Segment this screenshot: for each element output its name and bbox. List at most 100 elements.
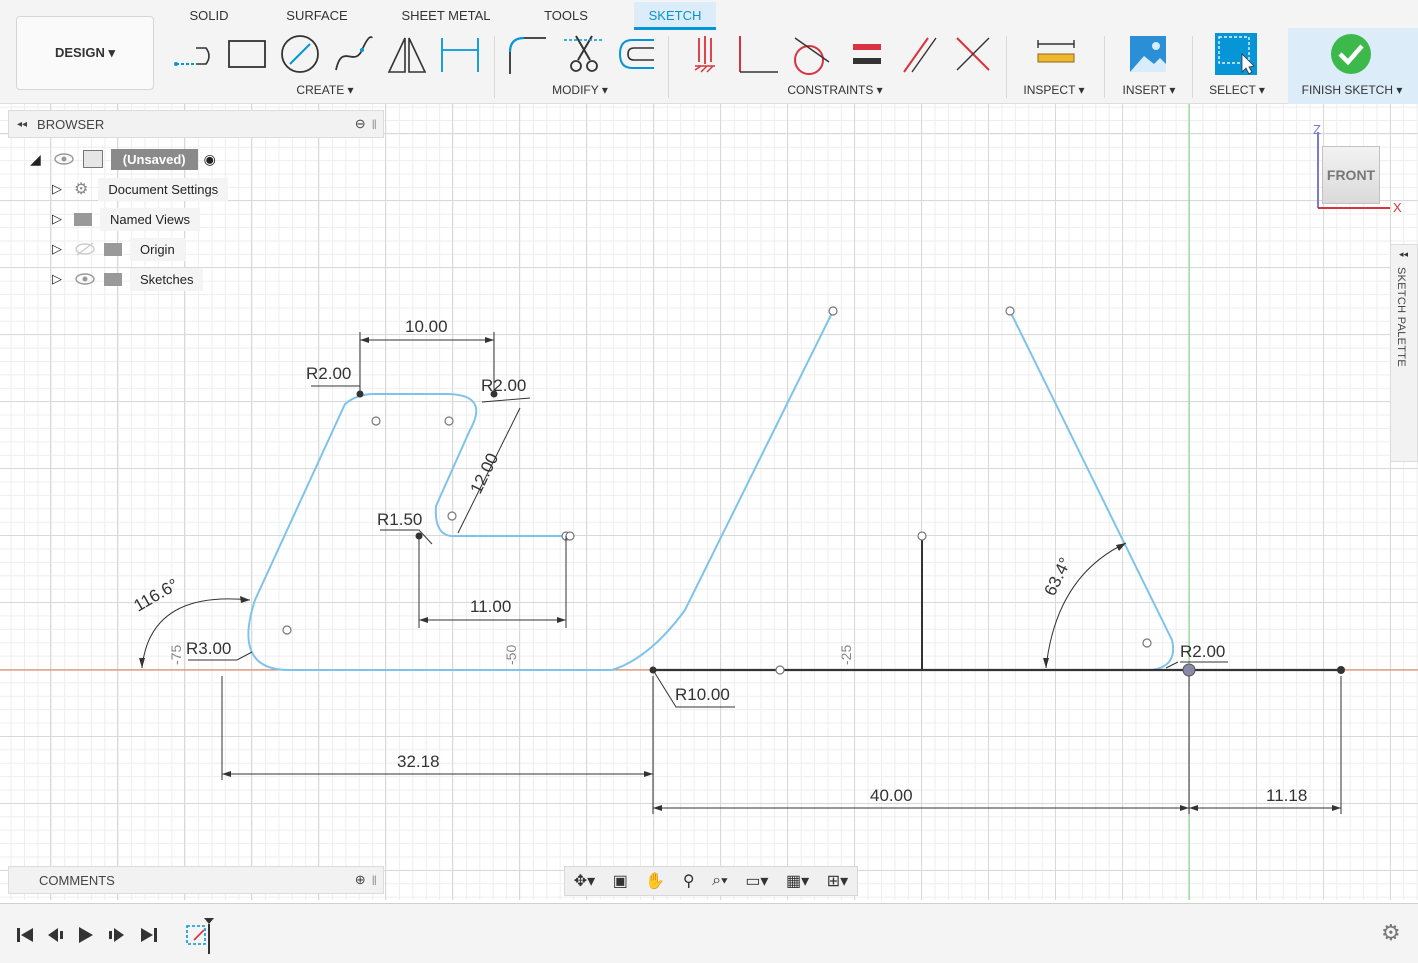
- view-cube[interactable]: Z X FRONT: [1310, 118, 1406, 218]
- toolbar: SOLID SURFACE SHEET METAL TOOLS SKETCH D…: [0, 0, 1418, 104]
- dimension-arrows: [139, 337, 1341, 811]
- dimension-icon[interactable]: [438, 32, 482, 76]
- add-comment-icon[interactable]: ⊕: [355, 872, 366, 888]
- zoom-icon[interactable]: ⚲: [683, 871, 695, 891]
- modify-menu[interactable]: MODIFY ▾: [552, 83, 608, 97]
- axis-tick-label: -50: [503, 645, 519, 665]
- tangent-icon[interactable]: [789, 32, 833, 76]
- create-menu[interactable]: CREATE ▾: [296, 83, 353, 97]
- tree-item-named-views[interactable]: ▷ Named Views: [52, 207, 200, 231]
- dim-width-mid[interactable]: 40.00: [870, 786, 913, 805]
- perpendicular-icon[interactable]: [736, 32, 780, 76]
- design-workspace-button[interactable]: DESIGN ▾: [16, 16, 154, 90]
- tree-item-document-settings[interactable]: ▷ ⚙ Document Settings: [52, 177, 229, 201]
- tab-sketch[interactable]: SKETCH: [634, 2, 716, 30]
- tab-sheet-metal[interactable]: SHEET METAL: [398, 2, 494, 30]
- eye-icon[interactable]: [74, 271, 96, 287]
- dim-r-top-left[interactable]: R2.00: [306, 364, 351, 383]
- browser-panel: ◂◂ BROWSER ⊖ ‖: [8, 110, 384, 138]
- sketch-palette-tab[interactable]: ◂◂ SKETCH PALETTE: [1390, 244, 1418, 462]
- dim-inner-width[interactable]: 11.00: [470, 597, 511, 616]
- comments-panel[interactable]: COMMENTS ⊕ ‖: [8, 866, 384, 894]
- dim-r-right[interactable]: R2.00: [1180, 642, 1225, 661]
- expand-triangle-icon[interactable]: ◢: [30, 151, 41, 168]
- view-cube-front-face[interactable]: FRONT: [1322, 146, 1380, 204]
- constraints-menu[interactable]: CONSTRAINTS ▾: [787, 83, 882, 97]
- spline-icon[interactable]: [332, 32, 376, 76]
- prev-icon[interactable]: [44, 924, 66, 946]
- first-icon[interactable]: [14, 924, 36, 946]
- tree-item-origin[interactable]: ▷ Origin: [52, 237, 185, 261]
- display-icon[interactable]: ▭▾: [745, 871, 768, 891]
- sketch-points[interactable]: [282, 306, 1152, 675]
- right-profile[interactable]: [1009, 310, 1174, 671]
- finish-sketch-menu[interactable]: FINISH SKETCH ▾: [1302, 83, 1403, 97]
- fillet-icon[interactable]: [506, 32, 550, 76]
- tab-tools[interactable]: TOOLS: [534, 2, 598, 30]
- equal-icon[interactable]: [845, 32, 889, 76]
- offset-icon[interactable]: [614, 32, 658, 76]
- last-icon[interactable]: [138, 924, 160, 946]
- expand-arrow-icon[interactable]: ▷: [52, 241, 62, 257]
- pan-icon[interactable]: ✋: [645, 871, 665, 891]
- tab-surface[interactable]: SURFACE: [278, 2, 356, 30]
- gear-icon: ⚙: [74, 181, 89, 198]
- dim-r-top-right[interactable]: R2.00: [481, 376, 526, 395]
- sketch-geometry[interactable]: 10.00 R2.00 R2.00 12.00 R1.50 11.00 116.…: [0, 104, 1418, 900]
- dim-angle-left[interactable]: 116.6°: [131, 575, 182, 615]
- inspect-menu[interactable]: INSPECT ▾: [1023, 83, 1084, 97]
- root-label[interactable]: (Unsaved): [110, 148, 198, 170]
- dimension-lines: [141, 332, 1342, 814]
- measure-icon[interactable]: [1034, 32, 1078, 76]
- dim-width-right[interactable]: 11.18: [1266, 786, 1307, 805]
- sketch-palette-label: SKETCH PALETTE: [1395, 267, 1407, 367]
- intersect-icon[interactable]: [951, 32, 995, 76]
- eye-icon[interactable]: [53, 151, 75, 167]
- trim-icon[interactable]: [562, 32, 606, 76]
- select-menu[interactable]: SELECT ▾: [1209, 83, 1265, 97]
- navigation-bar: ✥▾ ▣ ✋ ⚲ ⌕▾ ▭▾ ▦▾ ⊞▾: [564, 866, 858, 896]
- expand-arrow-icon[interactable]: ▷: [52, 211, 62, 227]
- collapse-icon[interactable]: ◂◂: [17, 119, 27, 130]
- dim-top-width[interactable]: 10.00: [405, 317, 448, 336]
- tree-root[interactable]: ◢ (Unsaved) ◉: [30, 147, 216, 171]
- settings-gear-icon[interactable]: ⚙: [1381, 920, 1401, 946]
- parallel-icon[interactable]: [898, 32, 942, 76]
- fix-icon[interactable]: [683, 32, 727, 76]
- orbit-icon[interactable]: ✥▾: [574, 871, 595, 891]
- collapse-icon[interactable]: ◂◂: [1399, 249, 1408, 260]
- dim-r-bottom-mid[interactable]: R10.00: [675, 685, 730, 704]
- dim-r-bottom-left[interactable]: R3.00: [186, 639, 231, 658]
- circle-icon[interactable]: [278, 32, 322, 76]
- play-icon[interactable]: [74, 924, 96, 946]
- select-icon[interactable]: [1214, 32, 1258, 76]
- pin-icon[interactable]: ‖: [372, 873, 377, 888]
- grid-icon[interactable]: ▦▾: [786, 871, 809, 891]
- next-icon[interactable]: [106, 924, 128, 946]
- insert-menu[interactable]: INSERT ▾: [1123, 83, 1176, 97]
- eye-hidden-icon[interactable]: [74, 241, 96, 257]
- minus-icon[interactable]: ⊖: [355, 116, 366, 132]
- viewports-icon[interactable]: ⊞▾: [827, 871, 848, 891]
- tree-item-sketches[interactable]: ▷ Sketches: [52, 267, 204, 291]
- finish-check-icon[interactable]: [1329, 32, 1373, 76]
- mirror-icon[interactable]: [385, 32, 429, 76]
- browser-header[interactable]: ◂◂ BROWSER ⊖ ‖: [8, 110, 384, 138]
- dim-slant[interactable]: 12.00: [467, 450, 503, 497]
- axis-tick-label: -75: [168, 645, 184, 665]
- origin-point[interactable]: [1182, 663, 1196, 677]
- rectangle-icon[interactable]: [225, 32, 269, 76]
- tree-item-label: Document Settings: [98, 177, 229, 201]
- dim-width-left[interactable]: 32.18: [397, 752, 440, 771]
- line-icon[interactable]: [172, 32, 216, 76]
- expand-arrow-icon[interactable]: ▷: [52, 271, 62, 287]
- dim-r-small[interactable]: R1.50: [377, 510, 422, 529]
- activate-radio-icon[interactable]: ◉: [204, 151, 216, 168]
- fit-icon[interactable]: ⌕▾: [712, 872, 728, 890]
- tab-solid[interactable]: SOLID: [178, 2, 240, 30]
- pin-icon[interactable]: ‖: [372, 117, 377, 132]
- look-at-icon[interactable]: ▣: [613, 871, 628, 891]
- sketch-feature-icon[interactable]: [184, 916, 220, 956]
- expand-arrow-icon[interactable]: ▷: [52, 181, 62, 197]
- image-icon[interactable]: [1126, 32, 1170, 76]
